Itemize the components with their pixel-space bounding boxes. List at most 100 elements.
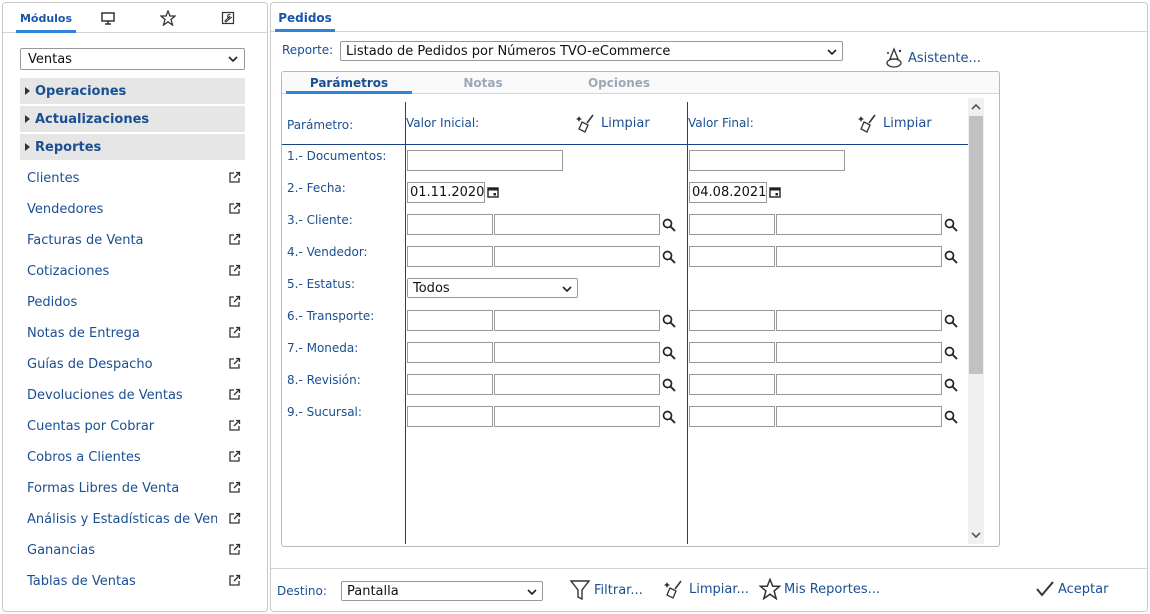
module-item[interactable]: Pedidos	[27, 291, 245, 313]
search-icon[interactable]	[944, 314, 958, 331]
param-label: 8.- Revisión:	[287, 373, 361, 387]
accept-button[interactable]: Aceptar	[1035, 580, 1108, 598]
module-item[interactable]: Formas Libres de Venta	[27, 477, 245, 499]
clear-final-button[interactable]: Limpiar	[858, 112, 932, 134]
code-final-input[interactable]	[689, 342, 775, 363]
external-link-icon	[229, 326, 241, 338]
desc-final-input[interactable]	[776, 310, 942, 331]
module-item[interactable]: Vendedores	[27, 198, 245, 220]
desc-initial-input[interactable]	[494, 406, 660, 427]
external-link-icon	[229, 357, 241, 369]
code-initial-input[interactable]	[407, 310, 493, 331]
module-select[interactable]: Ventas	[20, 48, 245, 70]
desc-final-input[interactable]	[776, 406, 942, 427]
code-initial-input[interactable]	[407, 342, 493, 363]
search-icon[interactable]	[944, 346, 958, 363]
desc-final-input[interactable]	[776, 374, 942, 395]
desc-final-input[interactable]	[776, 246, 942, 267]
estatus-select[interactable]: Todos	[407, 278, 578, 298]
module-item-label: Ganancias	[27, 542, 95, 558]
tab-monitor[interactable]	[93, 3, 123, 33]
tab-opciones[interactable]: Opciones	[572, 72, 666, 94]
chevron-up-icon[interactable]	[971, 102, 981, 112]
code-final-input[interactable]	[689, 246, 775, 267]
clear-label: Limpiar	[601, 115, 650, 131]
chevron-down-icon	[228, 56, 238, 63]
section-operaciones[interactable]: Operaciones	[20, 78, 245, 105]
section-label: Operaciones	[35, 83, 127, 99]
external-link-icon	[229, 574, 241, 586]
tab-parametros[interactable]: Parámetros	[286, 72, 412, 94]
search-icon[interactable]	[662, 378, 676, 395]
search-icon[interactable]	[662, 346, 676, 363]
desc-final-input[interactable]	[776, 214, 942, 235]
desc-initial-input[interactable]	[494, 310, 660, 331]
desc-final-input[interactable]	[776, 342, 942, 363]
desc-initial-input[interactable]	[494, 342, 660, 363]
calendar-icon[interactable]	[487, 186, 499, 201]
desc-initial-input[interactable]	[494, 214, 660, 235]
search-icon[interactable]	[662, 250, 676, 267]
module-item[interactable]: Facturas de Venta	[27, 229, 245, 251]
module-item[interactable]: Clientes	[27, 167, 245, 189]
section-actualizaciones[interactable]: Actualizaciones	[20, 106, 245, 133]
column-divider	[687, 102, 688, 544]
search-icon[interactable]	[662, 410, 676, 427]
code-initial-input[interactable]	[407, 406, 493, 427]
scrollbar[interactable]	[968, 98, 984, 544]
search-icon[interactable]	[662, 314, 676, 331]
documentos-initial-input[interactable]	[407, 150, 563, 171]
module-item[interactable]: Análisis y Estadísticas de Ven	[27, 508, 245, 530]
code-final-input[interactable]	[689, 406, 775, 427]
search-icon[interactable]	[944, 410, 958, 427]
code-initial-input[interactable]	[407, 214, 493, 235]
tab-pedidos[interactable]: Pedidos	[275, 3, 335, 32]
desc-initial-input[interactable]	[494, 246, 660, 267]
wizard-icon	[886, 47, 902, 68]
external-link-icon	[229, 202, 241, 214]
chevron-down-icon[interactable]	[971, 530, 981, 540]
param-label: 1.- Documentos:	[287, 149, 387, 163]
section-reportes[interactable]: Reportes	[20, 134, 245, 161]
modules-panel: Módulos Ventas Operaciones Actualizacion…	[2, 2, 268, 612]
module-item[interactable]: Ganancias	[27, 539, 245, 561]
filter-button[interactable]: Filtrar...	[569, 578, 643, 602]
scrollbar-thumb[interactable]	[969, 116, 983, 374]
module-item[interactable]: Tablas de Ventas	[27, 570, 245, 592]
destino-select-value: Pantalla	[347, 583, 399, 599]
my-reports-button[interactable]: Mis Reportes...	[759, 578, 880, 600]
module-item[interactable]: Cuentas por Cobrar	[27, 415, 245, 437]
module-item-label: Tablas de Ventas	[27, 573, 136, 589]
clear-initial-button[interactable]: Limpiar	[576, 112, 650, 134]
search-icon[interactable]	[662, 218, 676, 235]
code-initial-input[interactable]	[407, 246, 493, 267]
param-label: 6.- Transporte:	[287, 309, 375, 323]
code-final-input[interactable]	[689, 310, 775, 331]
tab-favorites[interactable]	[153, 3, 183, 33]
tab-notas[interactable]: Notas	[442, 72, 524, 94]
clear-button[interactable]: Limpiar...	[664, 578, 749, 600]
module-item[interactable]: Cotizaciones	[27, 260, 245, 282]
module-item[interactable]: Guías de Despacho	[27, 353, 245, 375]
module-item[interactable]: Cobros a Clientes	[27, 446, 245, 468]
desc-initial-input[interactable]	[494, 374, 660, 395]
destino-select[interactable]: Pantalla	[341, 581, 543, 601]
report-select[interactable]: Listado de Pedidos por Números TVO-eComm…	[340, 41, 843, 61]
fecha-final-input[interactable]: 04.08.2021	[689, 182, 767, 203]
code-final-input[interactable]	[689, 214, 775, 235]
code-initial-input[interactable]	[407, 374, 493, 395]
module-item[interactable]: Devoluciones de Ventas	[27, 384, 245, 406]
calendar-icon[interactable]	[769, 186, 781, 201]
param-label: 4.- Vendedor:	[287, 245, 368, 259]
search-icon[interactable]	[944, 218, 958, 235]
module-item[interactable]: Notas de Entrega	[27, 322, 245, 344]
documentos-final-input[interactable]	[689, 150, 845, 171]
search-icon[interactable]	[944, 378, 958, 395]
tab-tools[interactable]	[213, 3, 243, 33]
assistant-button[interactable]: Asistente...	[883, 47, 981, 69]
clear-label: Limpiar	[883, 115, 932, 131]
fecha-initial-input[interactable]: 01.11.2020	[407, 182, 485, 203]
tab-modulos[interactable]: Módulos	[16, 3, 76, 33]
code-final-input[interactable]	[689, 374, 775, 395]
search-icon[interactable]	[944, 250, 958, 267]
